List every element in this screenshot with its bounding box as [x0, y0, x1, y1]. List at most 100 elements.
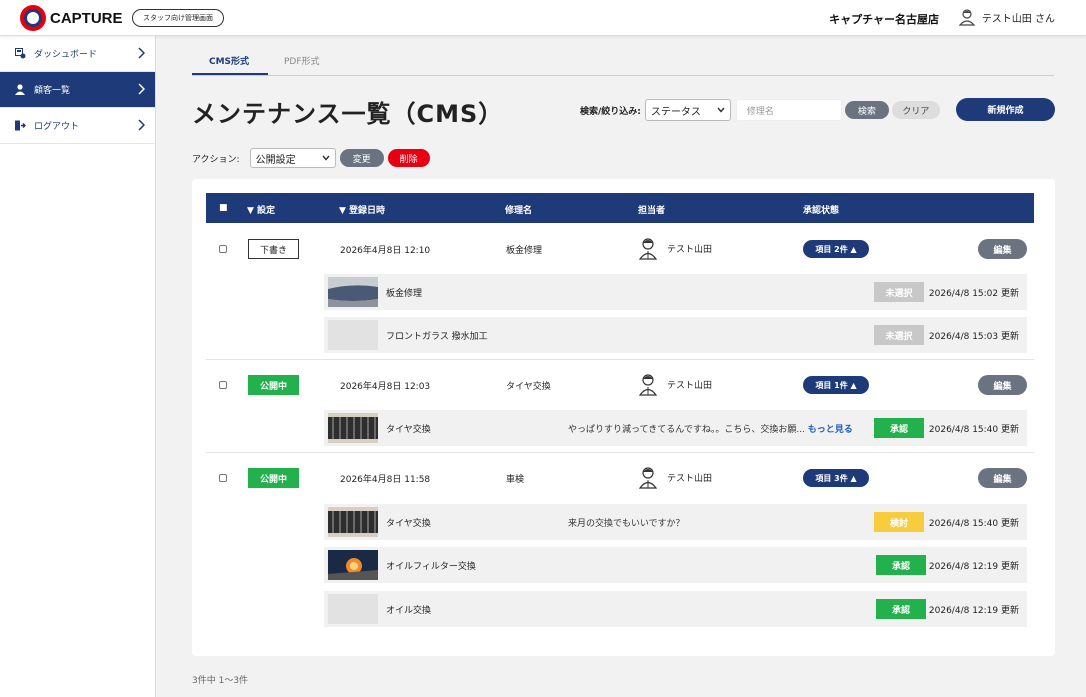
approval-badge: 承認: [874, 418, 924, 438]
status-badge: 公開中: [248, 468, 299, 488]
sub-item-thumbnail: [328, 550, 378, 580]
status-badge: 公開中: [248, 375, 299, 395]
status-badge: 下書き: [248, 239, 299, 259]
items-toggle[interactable]: 項目 1件 ▲: [803, 376, 869, 394]
sidebar-item-dashboard[interactable]: ダッシュボード: [0, 36, 155, 72]
table-row: 下書き 2026年4月8日 12:10 板金修理 テスト山田 項目 2件 ▲ 編…: [206, 231, 1034, 267]
approval-badge: 未選択: [874, 282, 924, 302]
select-all-checkbox[interactable]: ■: [219, 203, 228, 213]
sub-item-thumbnail: [328, 320, 378, 350]
sub-item-row[interactable]: 板金修理 未選択 2026/4/8 15:02 更新: [324, 274, 1027, 310]
delete-button[interactable]: 削除: [387, 149, 430, 167]
sub-item-title: フロントガラス 撥水加工: [386, 332, 488, 342]
tab-cms[interactable]: CMS形式: [209, 54, 249, 67]
search-button[interactable]: 検索: [844, 101, 889, 119]
page-title: メンテナンス一覧（CMS）: [192, 100, 504, 128]
status-select-value: ステータス: [650, 106, 701, 118]
show-more-link[interactable]: もっと見る: [808, 425, 853, 435]
sub-item-thumbnail: [328, 507, 378, 537]
registered-date: 2026年4月8日 12:10: [340, 246, 431, 256]
updated-at: 2026/4/8 15:40 更新: [928, 519, 1019, 529]
items-toggle[interactable]: 項目 3件 ▲: [803, 469, 869, 487]
col-registered[interactable]: ▼ 登録日時: [339, 203, 385, 216]
logo-mark-icon: [20, 5, 46, 31]
approval-badge: 承認: [876, 555, 926, 575]
user-avatar-icon: [958, 9, 976, 26]
logout-icon: [14, 120, 26, 131]
staff-cell: テスト山田: [638, 236, 712, 260]
repair-name-input[interactable]: 修理名: [735, 99, 842, 121]
approval-badge: 未選択: [874, 325, 924, 345]
sub-item-row[interactable]: オイルフィルター交換 承認 2026/4/8 12:19 更新: [324, 547, 1027, 583]
dashboard-icon: [14, 48, 26, 59]
change-button[interactable]: 変更: [339, 149, 384, 167]
col-repair: 修理名: [505, 206, 533, 216]
row-divider: [206, 452, 1034, 453]
chevron-down-icon: [322, 155, 330, 161]
sub-item-row[interactable]: フロントガラス 撥水加工 未選択 2026/4/8 15:03 更新: [324, 317, 1027, 353]
staff-cell: テスト山田: [638, 465, 712, 489]
registered-date: 2026年4月8日 11:58: [340, 475, 431, 485]
row-checkbox[interactable]: [219, 474, 227, 482]
action-select[interactable]: 公開設定: [249, 148, 336, 168]
approval-badge: 承認: [876, 599, 926, 619]
search-bar: 検索/絞り込み: ステータス 修理名 検索 クリア: [580, 99, 940, 121]
updated-at: 2026/4/8 12:19 更新: [928, 562, 1019, 572]
sub-item-title: 板金修理: [386, 289, 423, 299]
chevron-right-icon: [138, 47, 145, 59]
top-header: CAPTURE スタッフ向け管理画面 キャプチャー名古屋店 テスト山田 さん: [0, 0, 1086, 36]
clear-button[interactable]: クリア: [891, 101, 940, 119]
row-divider: [206, 359, 1034, 360]
new-create-button[interactable]: 新規作成: [956, 98, 1055, 121]
col-staff: 担当者: [638, 206, 666, 216]
staff-avatar-icon: [638, 238, 658, 260]
search-label: 検索/絞り込み:: [580, 106, 641, 117]
logo-text: CAPTURE: [50, 9, 123, 27]
sidebar-item-label: ダッシュボード: [34, 50, 98, 60]
col-approval: 承認状態: [803, 206, 840, 216]
sidebar-item-customers[interactable]: 顧客一覧: [0, 72, 155, 108]
capture-logo[interactable]: CAPTURE: [20, 5, 123, 31]
updated-at: 2026/4/8 15:02 更新: [928, 289, 1019, 299]
action-select-value: 公開設定: [255, 154, 296, 166]
updated-at: 2026/4/8 12:19 更新: [928, 606, 1019, 616]
customer-comment: やっぱりすり減ってきてるんですね。。こちら、交換お願... もっと見る: [568, 422, 853, 435]
edit-button[interactable]: 編集: [978, 468, 1027, 488]
status-select[interactable]: ステータス: [644, 99, 731, 121]
sub-item-row[interactable]: タイヤ交換 やっぱりすり減ってきてるんですね。。こちら、交換お願... もっと見…: [324, 410, 1027, 446]
sub-item-row[interactable]: オイル交換 承認 2026/4/8 12:19 更新: [324, 591, 1027, 627]
staff-avatar-icon: [638, 374, 658, 396]
sidebar-item-logout[interactable]: ログアウト: [0, 108, 155, 144]
active-tab-indicator: [192, 73, 268, 75]
repair-name: 車検: [506, 475, 525, 485]
items-toggle[interactable]: 項目 2件 ▲: [803, 240, 869, 258]
staff-name: テスト山田: [667, 244, 713, 255]
row-checkbox[interactable]: [219, 245, 227, 253]
maintenance-list-card: ■ ▼ 設定 ▼ 登録日時 修理名 担当者 承認状態 下書き 2026年4月8日…: [192, 179, 1055, 656]
sub-item-row[interactable]: タイヤ交換 来月の交換でもいいですか？ 検討 2026/4/8 15:40 更新: [324, 504, 1027, 540]
repair-name: タイヤ交換: [506, 382, 551, 392]
col-setting[interactable]: ▼ 設定: [247, 203, 275, 216]
customer-comment: 来月の交換でもいいですか？: [568, 519, 685, 529]
updated-at: 2026/4/8 15:03 更新: [928, 332, 1019, 342]
staff-admin-badge: スタッフ向け管理画面: [132, 9, 224, 27]
sub-item-title: タイヤ交換: [386, 425, 431, 435]
store-name: キャプチャー名古屋店: [829, 13, 939, 26]
comment-text: やっぱりすり減ってきてるんですね。。こちら、交換お願...: [568, 425, 805, 435]
row-checkbox[interactable]: [219, 381, 227, 389]
staff-name: テスト山田: [667, 473, 713, 484]
user-menu[interactable]: テスト山田 さん: [958, 8, 1055, 26]
edit-button[interactable]: 編集: [978, 375, 1027, 395]
table-row: 公開中 2026年4月8日 11:58 車検 テスト山田 項目 3件 ▲ 編集: [206, 460, 1034, 496]
tab-pdf[interactable]: PDF形式: [284, 54, 320, 67]
sidebar: ダッシュボード 顧客一覧 ログアウト: [0, 36, 156, 697]
sub-item-title: タイヤ交換: [386, 519, 431, 529]
staff-name: テスト山田: [667, 380, 713, 391]
action-bar: アクション: 公開設定 変更 削除: [192, 148, 430, 168]
sub-item-title: オイルフィルター交換: [386, 562, 476, 572]
sub-item-thumbnail: [328, 413, 378, 443]
sidebar-item-label: 顧客一覧: [34, 86, 71, 96]
chevron-right-icon: [138, 119, 145, 131]
staff-cell: テスト山田: [638, 372, 712, 396]
edit-button[interactable]: 編集: [978, 239, 1027, 259]
